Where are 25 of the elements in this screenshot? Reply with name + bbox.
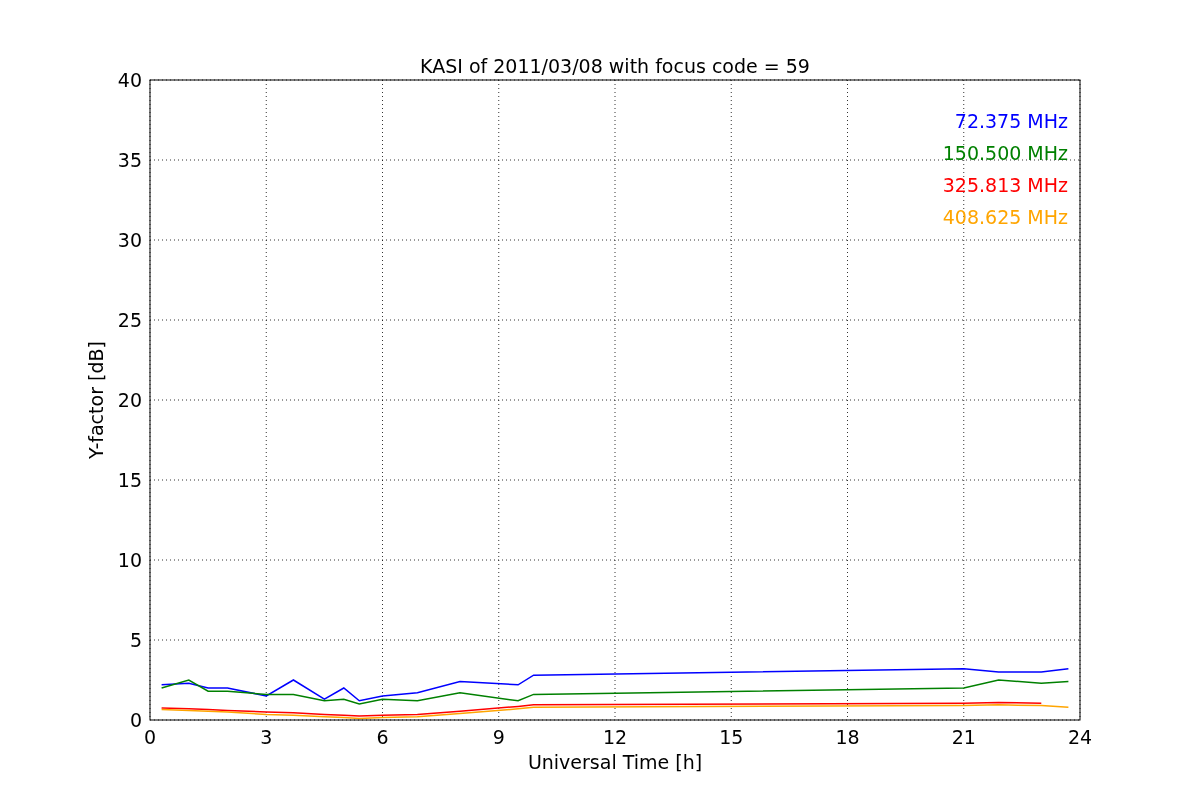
legend-label: 408.625 MHz: [942, 206, 1068, 228]
tick-label: 3: [260, 726, 273, 748]
tick-label: 20: [117, 389, 142, 411]
tick-label: 15: [719, 726, 744, 748]
tick-label: 0: [129, 709, 142, 731]
legend-label: 325.813 MHz: [942, 174, 1068, 196]
tick-label: 15: [117, 469, 142, 491]
tick-label: 10: [117, 549, 142, 571]
tick-label: 5: [129, 629, 142, 651]
tick-label: 40: [117, 69, 142, 91]
axis-label: Y-factor [dB]: [85, 341, 107, 459]
chart-title: KASI of 2011/03/08 with focus code = 59: [420, 55, 810, 77]
tick-label: 0: [143, 726, 157, 748]
tick-label: 21: [951, 726, 976, 748]
tick-label: 30: [117, 229, 142, 251]
tick-label: 6: [376, 726, 389, 748]
tick-label: 9: [492, 726, 505, 748]
tick-label: 18: [835, 726, 860, 748]
tick-label: 24: [1067, 726, 1093, 748]
tick-label: 35: [117, 149, 142, 171]
tick-label: 25: [117, 309, 142, 331]
legend-label: 150.500 MHz: [942, 142, 1068, 164]
axis-label: Universal Time [h]: [527, 751, 703, 773]
legend-label: 72.375 MHz: [954, 110, 1068, 132]
tick-label: 12: [602, 726, 628, 748]
